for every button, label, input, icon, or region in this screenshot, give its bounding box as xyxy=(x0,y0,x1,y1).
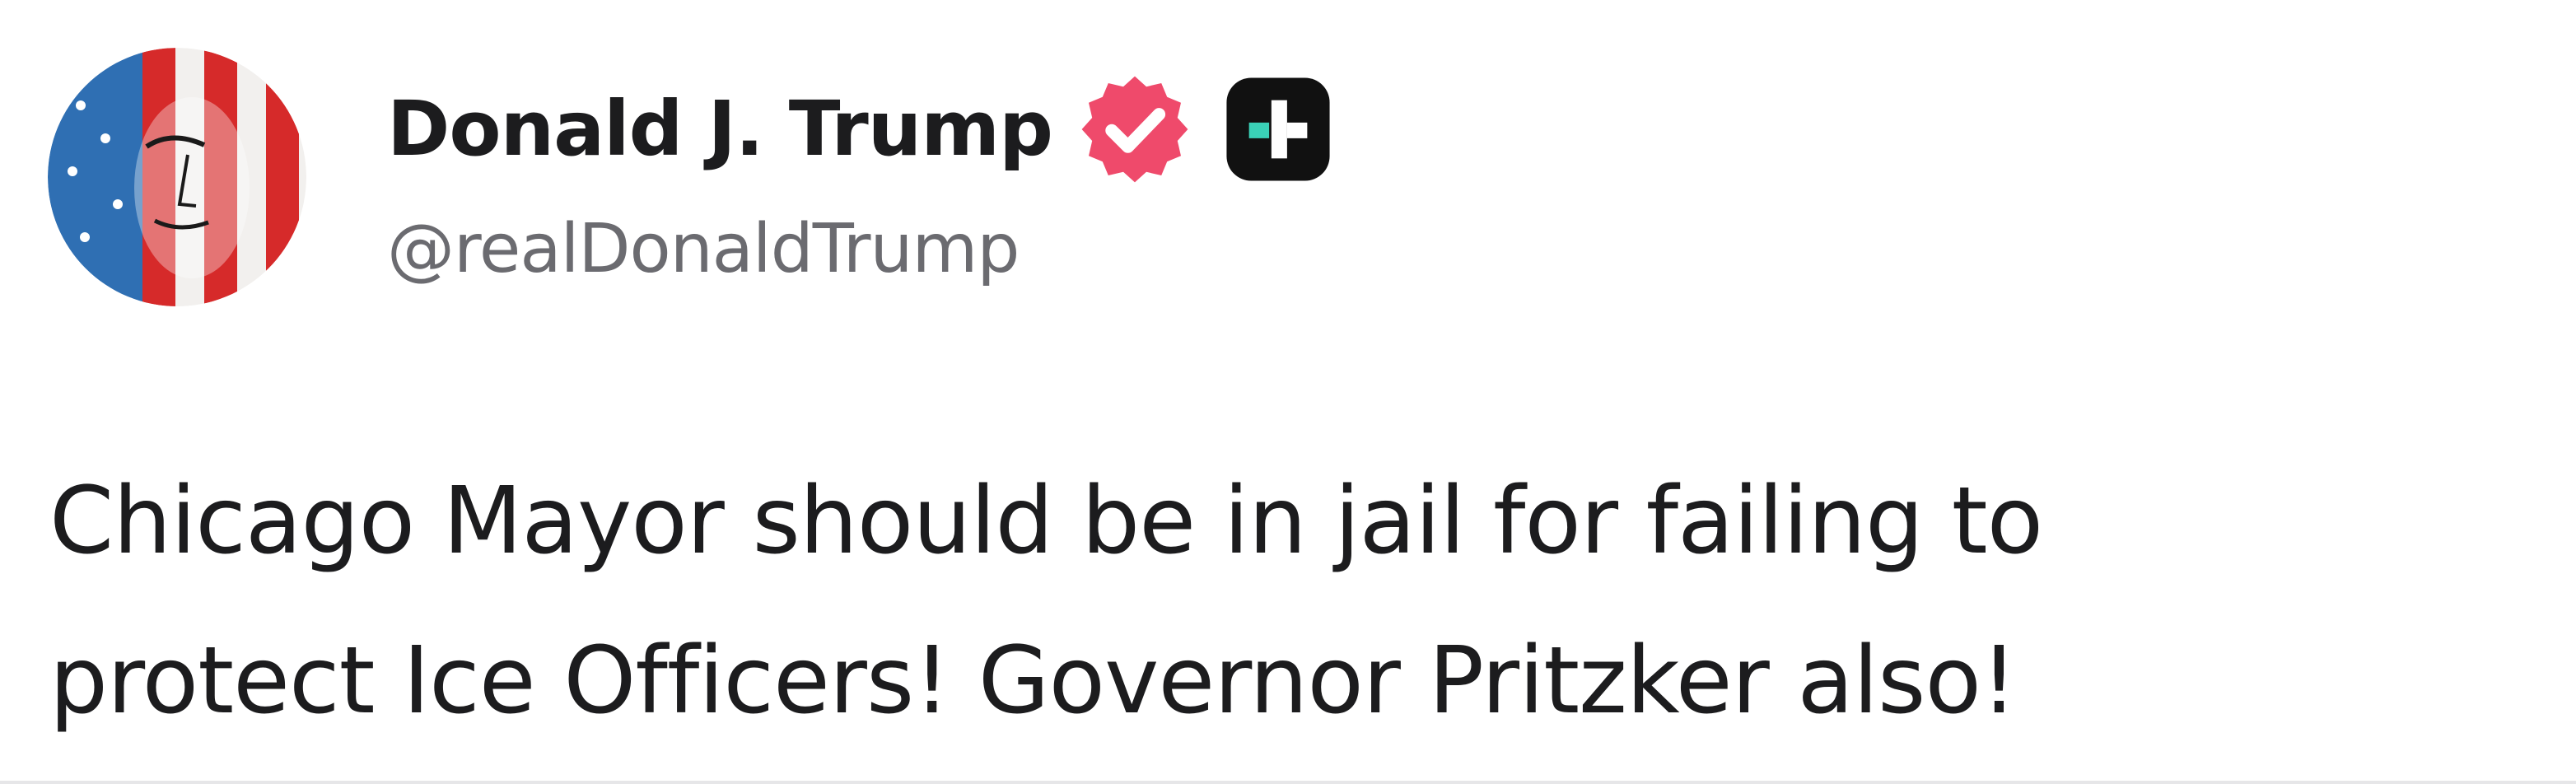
avatar[interactable] xyxy=(48,48,306,306)
post-text-line: protect Ice Officers! Governor Pritzker … xyxy=(49,628,2018,735)
truth-plus-icon xyxy=(1222,73,1334,185)
post-text-line: Chicago Mayor should be in jail for fail… xyxy=(49,468,2043,575)
post-text: Chicago Mayor should be in jail for fail… xyxy=(49,441,2438,761)
author-handle[interactable]: @realDonaldTrump xyxy=(387,216,1020,283)
avatar-image xyxy=(48,48,306,306)
verified-check-icon xyxy=(1077,72,1192,187)
author-name-row: Donald J. Trump xyxy=(387,76,1334,183)
post-card: Donald J. Trump @realDonaldTrump Chicago… xyxy=(0,0,2576,784)
author-display-name[interactable]: Donald J. Trump xyxy=(387,91,1053,167)
divider xyxy=(0,781,2576,784)
